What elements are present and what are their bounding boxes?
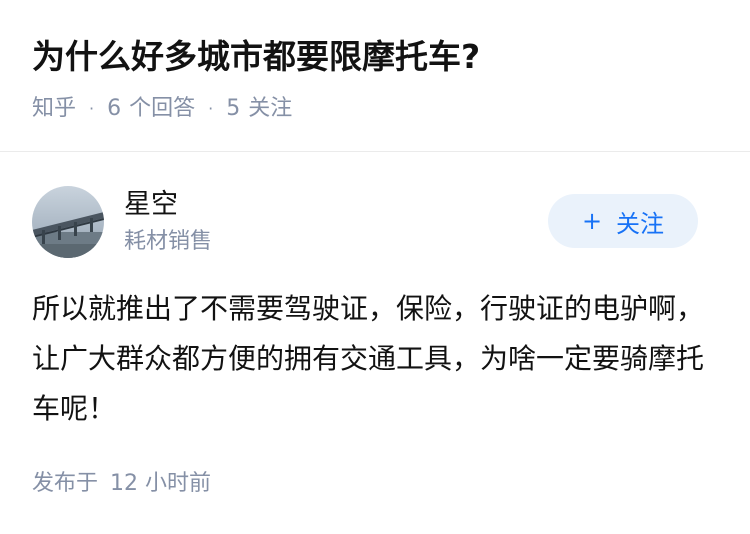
answer-count: 6 [107, 96, 122, 121]
divider [0, 151, 750, 152]
follow-button-label: 关注 [616, 209, 665, 238]
answer-content[interactable]: 所以就推出了不需要驾驶证，保险，行驶证的电驴啊，让广大群众都方便的拥有交通工具，… [32, 284, 722, 434]
separator-dot: · [208, 99, 214, 118]
follower-count: 5 [226, 96, 241, 121]
source-label[interactable]: 知乎 [32, 92, 76, 126]
author-bio: 耗材销售 [124, 229, 213, 254]
publish-prefix: 发布于 [32, 471, 99, 496]
question-title[interactable]: 为什么好多城市都要限摩托车? [32, 34, 480, 80]
bridge-photo-avatar-icon [32, 186, 104, 258]
author-name[interactable]: 星空 [124, 186, 178, 224]
avatar[interactable] [32, 186, 104, 258]
answer-text: 所以就推出了不需要驾驶证，保险，行驶证的电驴啊，让广大群众都方便的拥有交通工具，… [32, 292, 705, 425]
publish-time: 发布于 12 小时前 [32, 467, 211, 501]
publish-time-value: 12 小时前 [110, 471, 212, 496]
question-meta: 知乎 · 6 个回答 · 5 关注 [32, 92, 292, 126]
follow-button[interactable]: + 关注 [548, 194, 698, 248]
follower-count-label: 关注 [248, 96, 293, 121]
answer-count-label: 个回答 [129, 96, 196, 121]
plus-icon: + [581, 207, 603, 235]
separator-dot: · [89, 99, 95, 118]
